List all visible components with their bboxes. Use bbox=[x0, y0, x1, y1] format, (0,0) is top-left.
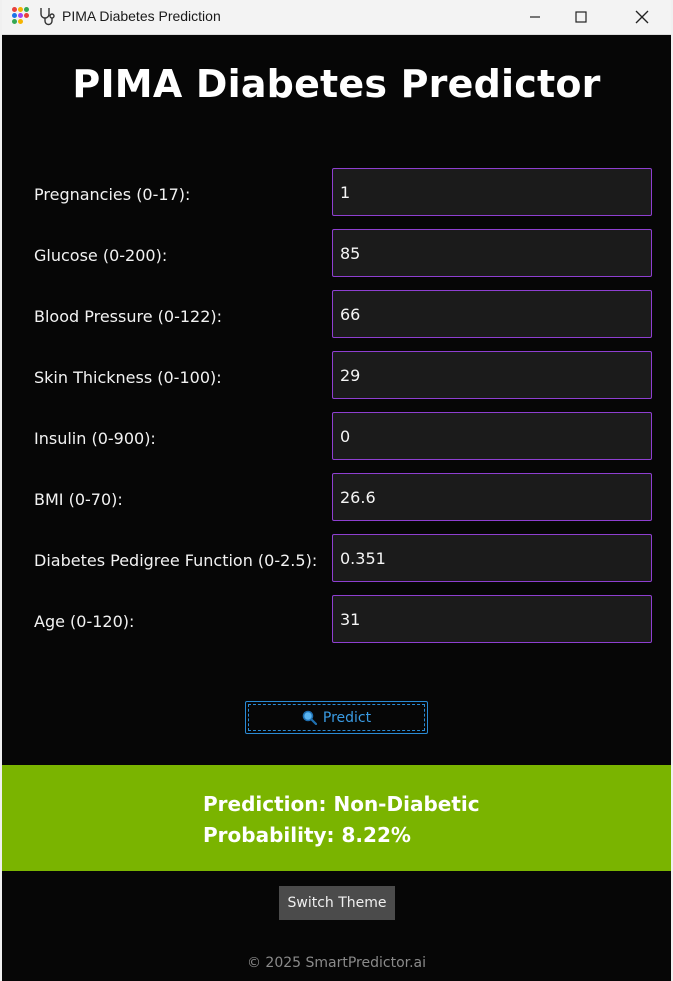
predict-button-label: Predict bbox=[322, 709, 372, 726]
title-bar[interactable]: PIMA Diabetes Prediction bbox=[2, 0, 671, 35]
blood-pressure-label: Blood Pressure (0-122): bbox=[34, 307, 223, 326]
pedigree-label: Diabetes Pedigree Function (0-2.5): bbox=[34, 551, 318, 570]
app-logo-icon bbox=[12, 7, 30, 25]
footer-copyright: © 2025 SmartPredictor.ai bbox=[246, 955, 427, 971]
skin-thickness-label: Skin Thickness (0-100): bbox=[34, 368, 222, 387]
predict-button[interactable]: Predict bbox=[245, 701, 428, 734]
magnifier-icon bbox=[302, 710, 317, 725]
stethoscope-icon bbox=[38, 7, 56, 31]
insulin-label: Insulin (0-900): bbox=[34, 429, 156, 448]
minimize-icon bbox=[530, 16, 540, 18]
switch-theme-button[interactable]: Switch Theme bbox=[279, 886, 395, 920]
app-window: PIMA Diabetes Prediction PIMA Diabetes P… bbox=[2, 0, 671, 981]
window-title: PIMA Diabetes Prediction bbox=[62, 8, 221, 24]
close-button[interactable] bbox=[619, 0, 665, 34]
glucose-input[interactable] bbox=[332, 229, 652, 277]
skin-thickness-input[interactable] bbox=[332, 351, 652, 399]
blood-pressure-input[interactable] bbox=[332, 290, 652, 338]
pedigree-input[interactable] bbox=[332, 534, 652, 582]
bmi-input[interactable] bbox=[332, 473, 652, 521]
maximize-icon bbox=[575, 11, 587, 23]
pregnancies-input[interactable] bbox=[332, 168, 652, 216]
bmi-label: BMI (0-70): bbox=[34, 490, 123, 509]
close-icon bbox=[635, 10, 649, 24]
prediction-text: Prediction: Non-Diabetic bbox=[203, 792, 480, 816]
age-label: Age (0-120): bbox=[34, 612, 135, 631]
pregnancies-label: Pregnancies (0-17): bbox=[34, 185, 191, 204]
glucose-label: Glucose (0-200): bbox=[34, 246, 168, 265]
insulin-input[interactable] bbox=[332, 412, 652, 460]
probability-text: Probability: 8.22% bbox=[203, 823, 411, 847]
maximize-button[interactable] bbox=[558, 0, 604, 34]
page-title: PIMA Diabetes Predictor bbox=[72, 62, 601, 106]
age-input[interactable] bbox=[332, 595, 652, 643]
minimize-button[interactable] bbox=[512, 0, 558, 34]
result-panel: Prediction: Non-Diabetic Probability: 8.… bbox=[2, 765, 671, 871]
